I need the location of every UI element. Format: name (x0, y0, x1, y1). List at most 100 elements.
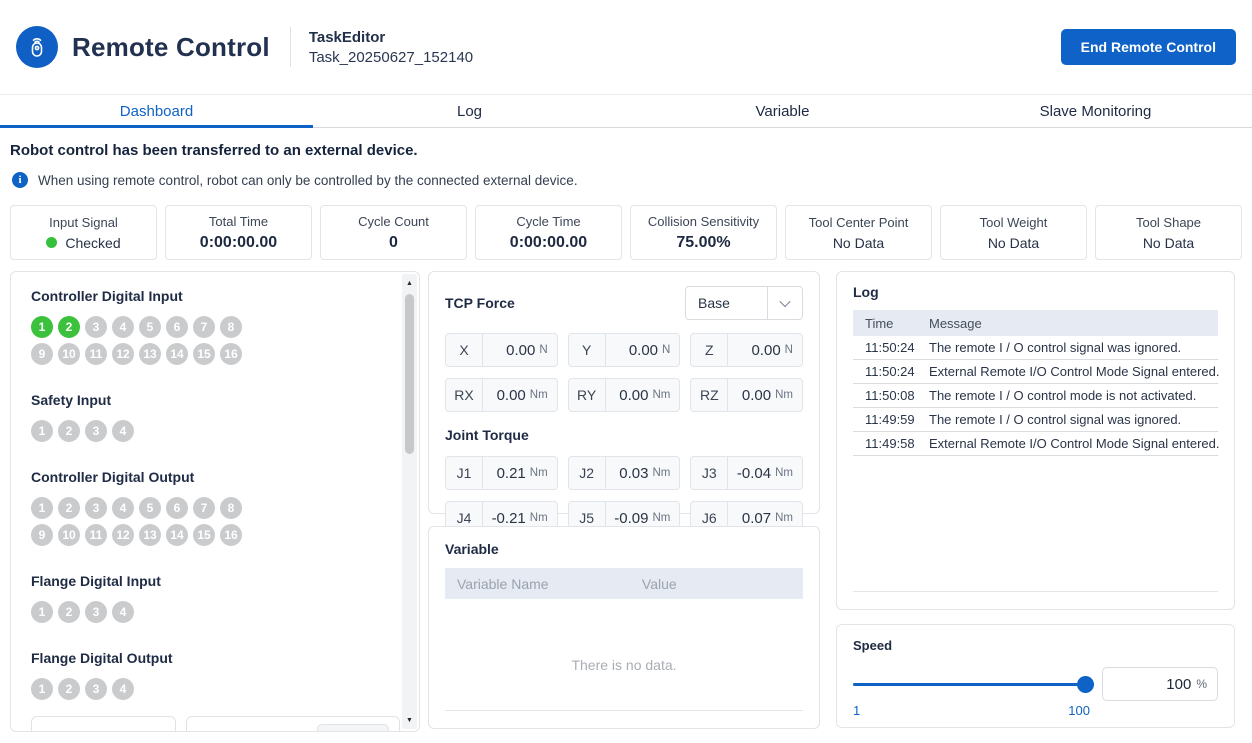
scrollbar-up-arrow-icon[interactable]: ▲ (402, 276, 417, 290)
joint-torque-fields: J10.21NmJ20.03NmJ3-0.04NmJ4-0.21NmJ5-0.0… (445, 456, 803, 535)
field-number: 0.00 (751, 342, 780, 359)
speed-slider-handle[interactable] (1077, 676, 1094, 693)
io-dot-row: 1234 (31, 420, 253, 442)
field-axis-label: Z (691, 334, 728, 366)
log-panel-divider (853, 591, 1218, 592)
stat-card-cycle-count: Cycle Count0 (320, 205, 467, 260)
speed-value: 100 (1166, 676, 1191, 693)
io-dot-2: 2 (58, 497, 80, 519)
variable-panel-divider (445, 710, 803, 711)
log-row-time: 11:50:08 (853, 388, 929, 403)
io-dot-13: 13 (139, 343, 161, 365)
io-dot-3: 3 (85, 420, 107, 442)
variable-panel-title: Variable (445, 541, 803, 557)
speed-unit: % (1196, 677, 1207, 691)
io-dot-4: 4 (112, 420, 134, 442)
tcp-force-fields: X0.00NY0.00NZ0.00NRX0.00NmRY0.00NmRZ0.00… (445, 333, 803, 412)
field-unit: Nm (775, 512, 793, 524)
stat-value: 75.00% (676, 234, 730, 252)
task-info: TaskEditor Task_20250627_152140 (309, 29, 473, 66)
io-dot-8: 8 (220, 497, 242, 519)
tcp-force-field-x: X0.00N (445, 333, 558, 367)
stat-label: Total Time (209, 214, 268, 229)
log-table-header: Time Message (853, 310, 1218, 336)
scrollbar-down-arrow-icon[interactable]: ▼ (402, 713, 417, 727)
io-dot-16: 16 (220, 524, 242, 546)
stat-card-input-signal: Input SignalChecked (10, 205, 157, 260)
log-row-message: The remote I / O control signal was igno… (929, 340, 1218, 355)
io-section-title: Flange Digital Output (31, 650, 383, 666)
tab-dashboard[interactable]: Dashboard (0, 95, 313, 127)
partial-inner-button[interactable] (317, 724, 389, 732)
io-dot-1: 1 (31, 678, 53, 700)
field-unit: Nm (530, 389, 548, 401)
log-row: 11:49:58External Remote I/O Control Mode… (853, 432, 1218, 456)
tab-slave-monitoring[interactable]: Slave Monitoring (939, 95, 1252, 127)
speed-value-field[interactable]: 100 % (1102, 667, 1218, 701)
io-status-panel: Controller Digital Input1234567891011121… (10, 271, 420, 732)
io-dot-7: 7 (193, 497, 215, 519)
partial-input-box[interactable] (31, 716, 176, 732)
stat-card-tool-shape: Tool ShapeNo Data (1095, 205, 1242, 260)
log-row-message: The remote I / O control signal was igno… (929, 412, 1218, 427)
io-dot-16: 16 (220, 343, 242, 365)
stat-label: Cycle Time (516, 214, 580, 229)
info-icon: i (12, 172, 28, 188)
io-dot-row: 12345678910111213141516 (31, 497, 253, 546)
io-dot-10: 10 (58, 343, 80, 365)
field-unit: Nm (530, 512, 548, 524)
field-value: -0.04Nm (728, 457, 802, 489)
tab-log[interactable]: Log (313, 95, 626, 127)
stat-status-text: Checked (65, 235, 120, 251)
io-section-flange-digital-input: Flange Digital Input1234 (31, 573, 383, 623)
log-row: 11:50:24The remote I / O control signal … (853, 336, 1218, 360)
log-rows: 11:50:24The remote I / O control signal … (853, 336, 1218, 456)
io-dot-2: 2 (58, 316, 80, 338)
io-dot-row: 1234 (31, 678, 253, 700)
field-value: 0.00Nm (483, 379, 557, 411)
io-dot-4: 4 (112, 678, 134, 700)
log-row: 11:50:24External Remote I/O Control Mode… (853, 360, 1218, 384)
field-unit: N (785, 344, 793, 356)
log-message-column-header: Message (929, 316, 1218, 331)
log-row-time: 11:50:24 (853, 364, 929, 379)
tab-variable[interactable]: Variable (626, 95, 939, 127)
log-row-message: External Remote I/O Control Mode Signal … (929, 436, 1219, 451)
field-unit: Nm (775, 467, 793, 479)
stat-value: 0:00:00.00 (510, 234, 587, 252)
io-dot-3: 3 (85, 678, 107, 700)
tcp-force-field-y: Y0.00N (568, 333, 681, 367)
stat-card-total-time: Total Time 0:00:00.00 (165, 205, 312, 260)
io-dot-9: 9 (31, 343, 53, 365)
io-dot-12: 12 (112, 343, 134, 365)
stat-card-collision-sensitivity: Collision Sensitivity75.00% (630, 205, 777, 260)
stat-value: 0:00:00.00 (200, 234, 277, 252)
speed-slider[interactable] (853, 675, 1090, 693)
notice-area: Robot control has been transferred to an… (0, 128, 1252, 188)
io-section-flange-digital-output: Flange Digital Output 1234 (31, 650, 383, 700)
task-name: Task_20250627_152140 (309, 49, 473, 66)
field-unit: N (662, 344, 670, 356)
coordinate-frame-dropdown[interactable]: Base (685, 286, 803, 320)
app-title: Remote Control (72, 32, 270, 63)
stat-label: Tool Center Point (809, 215, 909, 230)
tcp-force-field-ry: RY0.00Nm (568, 378, 681, 412)
log-row: 11:49:59The remote I / O control signal … (853, 408, 1218, 432)
io-section-safety-input: Safety Input1234 (31, 392, 383, 442)
partial-control-box[interactable] (186, 716, 400, 732)
field-number: 0.00 (506, 342, 535, 359)
field-axis-label: RZ (691, 379, 728, 411)
io-dot-15: 15 (193, 343, 215, 365)
end-remote-control-button[interactable]: End Remote Control (1061, 29, 1236, 65)
scrollbar-thumb[interactable] (405, 294, 414, 454)
field-value: 0.00N (483, 334, 557, 366)
io-panel-scrollbar[interactable]: ▲ ▼ (402, 274, 417, 729)
stat-value: Checked (46, 235, 120, 251)
field-number: -0.09 (614, 510, 648, 527)
io-dot-4: 4 (112, 316, 134, 338)
notice-title: Robot control has been transferred to an… (10, 142, 1242, 159)
variable-value-column-header: Value (642, 576, 803, 592)
io-dot-14: 14 (166, 524, 188, 546)
io-dot-3: 3 (85, 316, 107, 338)
field-axis-label: RX (446, 379, 483, 411)
